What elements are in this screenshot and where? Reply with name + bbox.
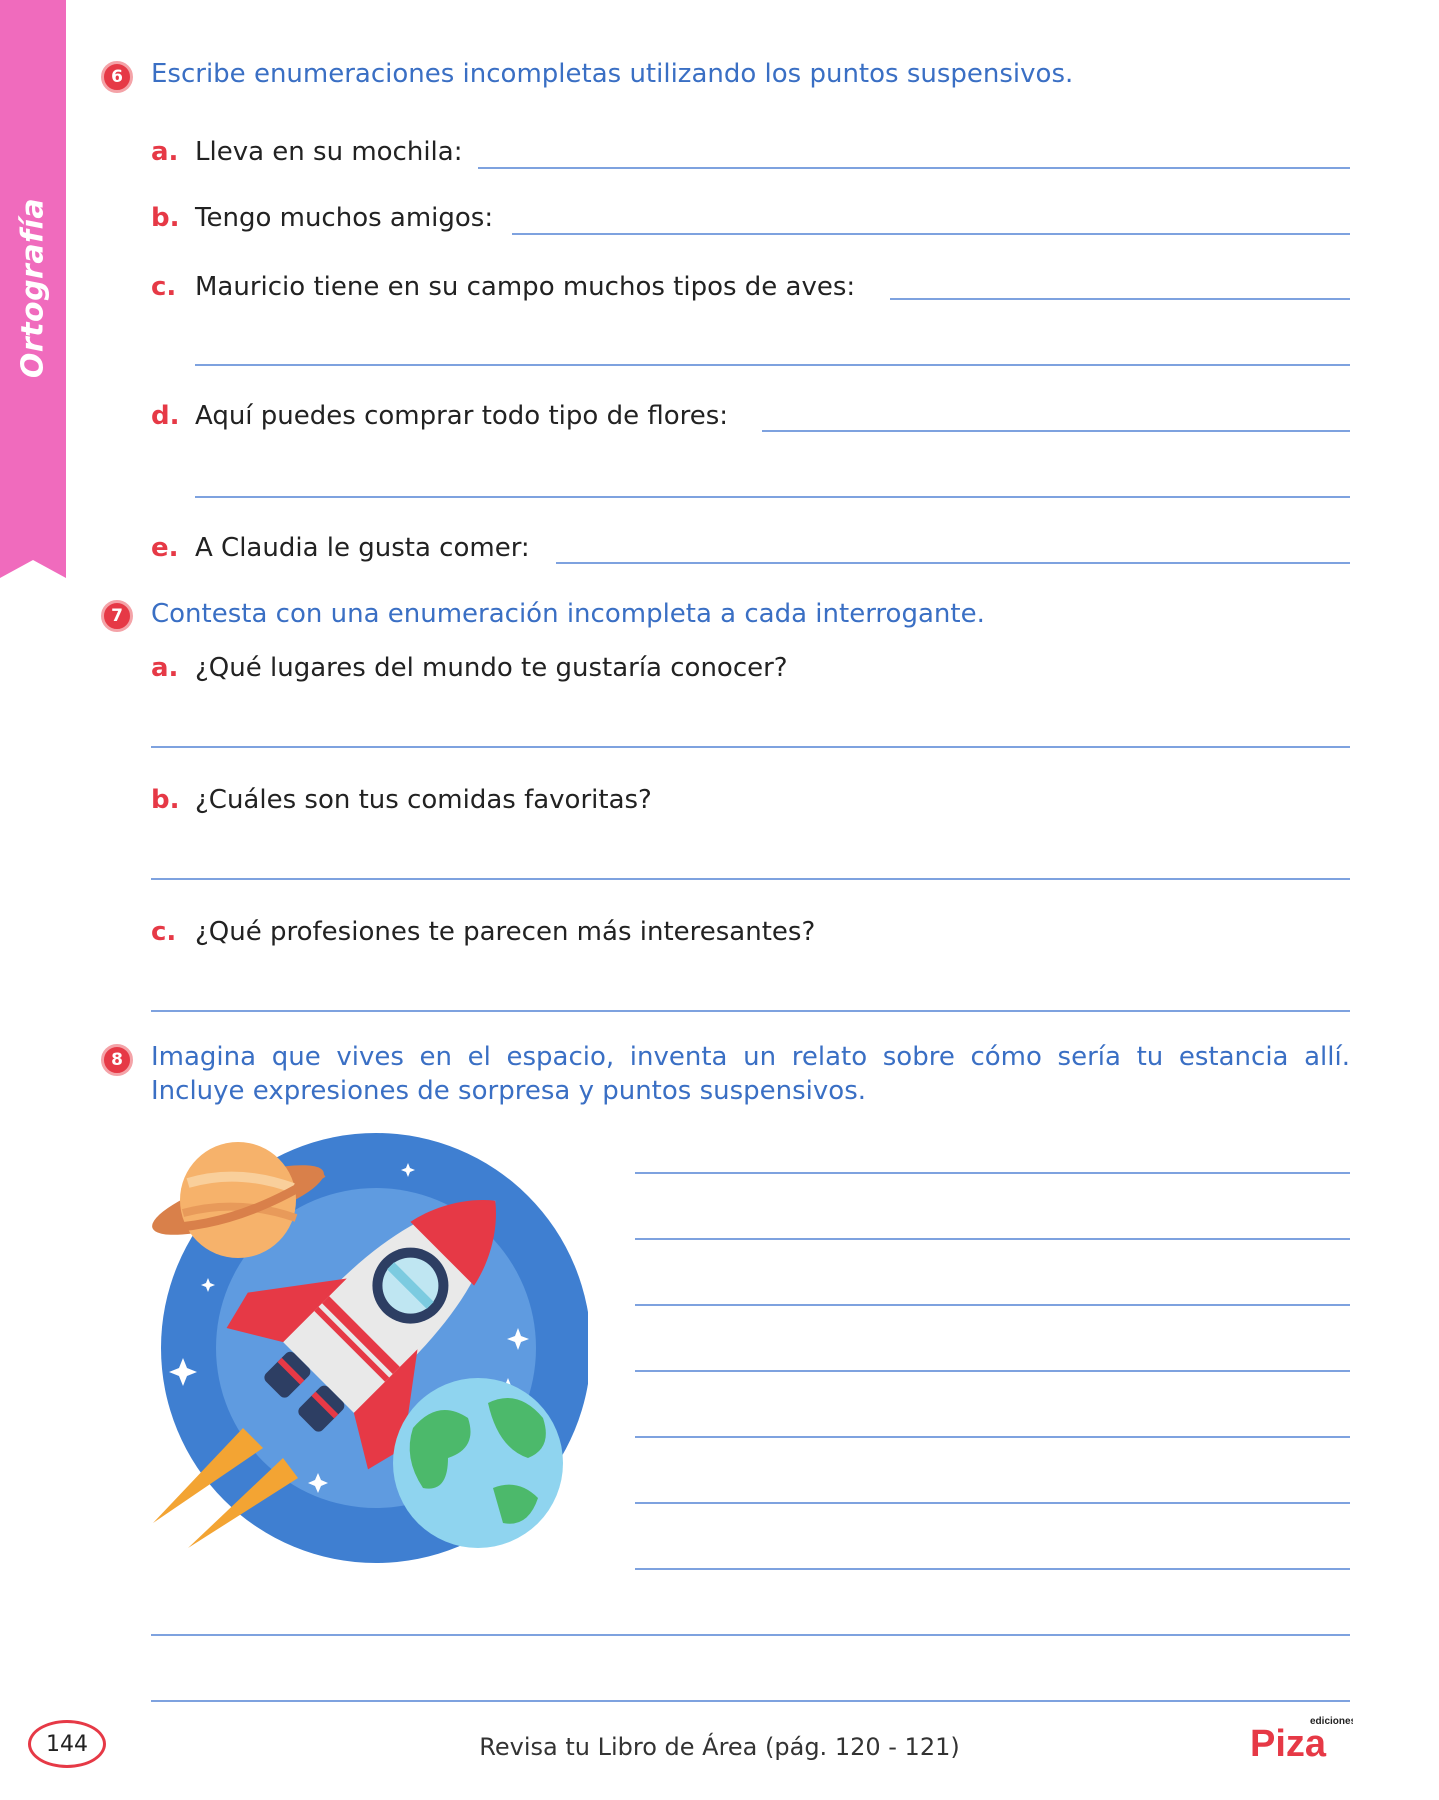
answer-line-7c[interactable]: [151, 1010, 1350, 1012]
rocket-space-illustration: [152, 1133, 588, 1563]
svg-text:Piza: Piza: [1250, 1723, 1327, 1762]
item-text: Aquí puedes comprar todo tipo de flores:: [195, 401, 729, 431]
item-letter: c.: [151, 272, 177, 302]
answer-line-6b[interactable]: [512, 233, 1350, 235]
exercise-number-8: 8: [101, 1044, 133, 1076]
item-letter: d.: [151, 401, 180, 431]
answer-line-6d-2[interactable]: [195, 496, 1350, 498]
answer-line-6c-2[interactable]: [195, 364, 1350, 366]
writing-line[interactable]: [635, 1370, 1350, 1372]
writing-line[interactable]: [635, 1568, 1350, 1570]
exercise-7-instruction: Contesta con una enumeración incompleta …: [151, 599, 985, 629]
item-letter: b.: [151, 203, 180, 233]
answer-line-6e[interactable]: [556, 562, 1350, 564]
writing-line[interactable]: [635, 1436, 1350, 1438]
item-letter: a.: [151, 137, 179, 167]
item-text: ¿Cuáles son tus comidas favoritas?: [195, 785, 652, 815]
exercise-6-item-a: a. Lleva en su mochila:: [151, 137, 462, 167]
instruction-line-1: Imagina que vives en el espacio, inventa…: [151, 1042, 1350, 1072]
item-text: Mauricio tiene en su campo muchos tipos …: [195, 272, 856, 302]
answer-line-6a[interactable]: [478, 167, 1350, 169]
writing-line[interactable]: [151, 1634, 1350, 1636]
book-reference: Revisa tu Libro de Área (pág. 120 - 121): [479, 1733, 960, 1761]
item-letter: e.: [151, 533, 179, 563]
item-letter: b.: [151, 785, 180, 815]
writing-line[interactable]: [151, 1700, 1350, 1702]
exercise-7-item-c: c. ¿Qué profesiones te parecen más intere…: [151, 917, 815, 947]
exercise-6-item-e: e. A Claudia le gusta comer:: [151, 533, 530, 563]
writing-line[interactable]: [635, 1238, 1350, 1240]
item-text: A Claudia le gusta comer:: [195, 533, 530, 563]
exercise-number-6: 6: [101, 61, 133, 93]
exercise-number-7: 7: [101, 600, 133, 632]
item-text: Lleva en su mochila:: [195, 137, 463, 167]
item-letter: a.: [151, 653, 179, 683]
exercise-7-item-b: b. ¿Cuáles son tus comidas favoritas?: [151, 785, 652, 815]
writing-line[interactable]: [635, 1172, 1350, 1174]
section-label: Ortografía: [15, 197, 51, 379]
instruction-line-2: Incluye expresiones de sorpresa y puntos…: [151, 1076, 867, 1106]
exercise-7-item-a: a. ¿Qué lugares del mundo te gustaría con…: [151, 653, 788, 683]
answer-line-6d-1[interactable]: [762, 430, 1350, 432]
item-letter: c.: [151, 917, 177, 947]
writing-line[interactable]: [635, 1304, 1350, 1306]
piza-logo: ediciones Piza: [1250, 1716, 1353, 1762]
exercise-6-instruction: Escribe enumeraciones incompletas utiliz…: [151, 59, 1074, 89]
item-text: ¿Qué profesiones te parecen más interesa…: [195, 917, 816, 947]
item-text: Tengo muchos amigos:: [195, 203, 494, 233]
writing-line[interactable]: [635, 1502, 1350, 1504]
answer-line-7b[interactable]: [151, 878, 1350, 880]
answer-line-6c-1[interactable]: [890, 298, 1350, 300]
item-text: ¿Qué lugares del mundo te gustaría conoc…: [195, 653, 788, 683]
exercise-6-item-c: c. Mauricio tiene en su campo muchos tipo…: [151, 272, 855, 302]
side-tab: Ortografía: [0, 0, 66, 580]
exercise-8-instruction: Imagina que vives en el espacio, inventa…: [151, 1040, 1350, 1108]
exercise-6-item-d: d. Aquí puedes comprar todo tipo de flore…: [151, 401, 728, 431]
answer-line-7a[interactable]: [151, 746, 1350, 748]
exercise-6-item-b: b. Tengo muchos amigos:: [151, 203, 493, 233]
